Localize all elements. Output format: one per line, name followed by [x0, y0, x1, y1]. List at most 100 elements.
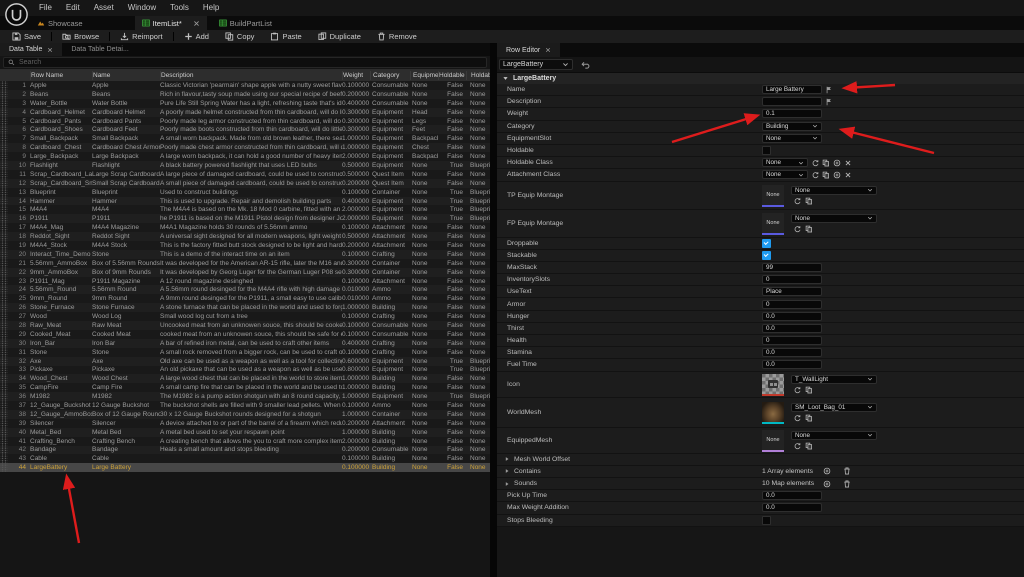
menu-item-asset[interactable]: Asset — [87, 0, 121, 16]
asset-tab-buildpartlist[interactable]: BuildPartList — [212, 16, 279, 30]
add-button[interactable]: Add — [176, 30, 217, 43]
row-drag-handle[interactable] — [0, 303, 8, 312]
property-row-category[interactable]: CategoryBuilding — [497, 121, 1024, 133]
row-drag-handle[interactable] — [0, 117, 8, 126]
table-row[interactable]: 245.56mm_Round5.56mm RoundA 5.56mm round… — [0, 285, 490, 294]
use-selected-icon[interactable] — [811, 171, 819, 179]
menu-item-help[interactable]: Help — [196, 0, 226, 16]
copy-button[interactable]: Copy — [217, 30, 263, 43]
property-row-stamina[interactable]: Stamina0.0 — [497, 347, 1024, 359]
droppable-checkbox[interactable] — [762, 239, 771, 248]
clear-x-icon[interactable] — [844, 171, 852, 179]
property-row-equipmentslot[interactable]: EquipmentSlotNone — [497, 133, 1024, 145]
paste-button[interactable]: Paste — [262, 30, 309, 43]
table-row[interactable]: 11Scrap_Cardboard_LargeLarge Scrap Cardb… — [0, 170, 490, 179]
plus-circle-icon[interactable] — [833, 159, 841, 167]
row-drag-handle[interactable] — [0, 134, 8, 143]
save-button[interactable]: Save — [4, 30, 49, 43]
tp-equip-montage-thumbnail[interactable]: None — [762, 185, 784, 205]
property-row-pick-up-time[interactable]: Pick Up Time0.0 — [497, 490, 1024, 502]
row-drag-handle[interactable] — [0, 268, 8, 277]
table-row[interactable]: 41Crafting_BenchCrafting BenchA creating… — [0, 437, 490, 446]
property-row-fuel-time[interactable]: Fuel Time0.0 — [497, 359, 1024, 371]
row-drag-handle[interactable] — [0, 99, 8, 108]
column-header-equipmentslot[interactable]: EquipmentSlot — [410, 71, 438, 80]
row-drag-handle[interactable] — [0, 410, 8, 419]
browse-to-asset-icon[interactable] — [805, 442, 813, 450]
row-drag-handle[interactable] — [0, 330, 8, 339]
table-row[interactable]: 8Cardboard_ChestCardboard Chest ArmorPoo… — [0, 143, 490, 152]
row-drag-handle[interactable] — [0, 277, 8, 286]
row-drag-handle[interactable] — [0, 366, 8, 375]
search-input[interactable]: Search — [3, 57, 487, 68]
expander-collapsed-icon[interactable] — [504, 468, 510, 474]
row-drag-handle[interactable] — [0, 294, 8, 303]
tab-data-table[interactable]: Data Table — [0, 43, 62, 56]
asset-tab-showcase[interactable]: Showcase — [30, 16, 90, 30]
use-selected-icon[interactable] — [793, 197, 801, 205]
tab-data-table-detai-[interactable]: Data Table Detai... — [62, 43, 137, 56]
remove-button[interactable]: Remove — [369, 30, 425, 43]
table-row[interactable]: 39SilencerSilencerA device attached to o… — [0, 419, 490, 428]
browse-to-asset-icon[interactable] — [822, 159, 830, 167]
row-drag-handle[interactable] — [0, 357, 8, 366]
table-row[interactable]: 6Cardboard_ShoesCardboard FeetPoorly mad… — [0, 125, 490, 134]
table-row[interactable]: 14HammerHammerThis is used to upgrade. R… — [0, 197, 490, 206]
property-row-equippedmesh[interactable]: EquippedMeshNoneNone — [497, 428, 1024, 454]
property-row-hunger[interactable]: Hunger0.0 — [497, 311, 1024, 323]
description-input[interactable] — [762, 97, 822, 106]
browse-button[interactable]: Browse — [54, 30, 107, 43]
armor-input[interactable]: 0 — [762, 300, 822, 309]
worldmesh-dropdown[interactable]: SM_Loot_Bag_01 — [791, 403, 877, 412]
column-header-description[interactable]: Description — [160, 71, 342, 80]
unreal-engine-logo[interactable] — [4, 2, 29, 27]
row-drag-handle[interactable] — [0, 179, 8, 188]
fuel-time-input[interactable]: 0.0 — [762, 360, 822, 369]
table-row[interactable]: 1AppleAppleClassic Victorian 'pearmain' … — [0, 81, 490, 90]
fp-equip-montage-dropdown[interactable]: None — [791, 214, 877, 223]
equipmentslot-dropdown[interactable]: None — [762, 134, 822, 143]
row-drag-handle[interactable] — [0, 437, 8, 446]
menu-item-file[interactable]: File — [32, 0, 59, 16]
table-row[interactable]: 19M4A4_StockM4A4 StockThis is the factor… — [0, 241, 490, 250]
table-row[interactable]: 259mm_Round9mm RoundA 9mm round desinged… — [0, 294, 490, 303]
equippedmesh-dropdown[interactable]: None — [791, 431, 877, 440]
row-drag-handle[interactable] — [0, 205, 8, 214]
row-drag-handle[interactable] — [0, 374, 8, 383]
table-row[interactable]: 5Cardboard_PantsCardboard PantsPoorly ma… — [0, 117, 490, 126]
icon-dropdown[interactable]: T_WallLight — [791, 375, 877, 384]
name-input[interactable]: Large Battery — [762, 85, 822, 94]
reset-row-icon[interactable] — [580, 60, 590, 70]
hunger-input[interactable]: 0.0 — [762, 312, 822, 321]
flag-icon[interactable] — [825, 86, 833, 94]
tp-equip-montage-dropdown[interactable]: None — [791, 186, 877, 195]
browse-to-asset-icon[interactable] — [805, 386, 813, 394]
expander-collapsed-icon[interactable] — [504, 456, 510, 462]
expander-collapsed-icon[interactable] — [504, 481, 510, 487]
table-row[interactable]: 27WoodWood LogSmall wood log cut from a … — [0, 312, 490, 321]
column-header-category[interactable]: Category — [370, 71, 410, 80]
close-icon[interactable] — [47, 47, 53, 53]
property-row-health[interactable]: Health0 — [497, 335, 1024, 347]
table-row[interactable]: 33PickaxePickaxeAn old pickaxe that can … — [0, 366, 490, 375]
property-row-max-weight-addition[interactable]: Max Weight Addition0.0 — [497, 502, 1024, 514]
flag-icon[interactable] — [825, 98, 833, 106]
close-icon[interactable] — [545, 47, 551, 53]
table-row[interactable]: 20Interact_Time_DemoStoneThis is a demo … — [0, 250, 490, 259]
row-drag-handle[interactable] — [0, 90, 8, 99]
stackable-checkbox[interactable] — [762, 251, 771, 260]
table-row[interactable]: 31StoneStoneA small rock removed from a … — [0, 348, 490, 357]
column-header-row-name[interactable]: Row Name — [30, 71, 92, 80]
attachment-class-dropdown[interactable]: None — [762, 170, 808, 179]
table-row[interactable]: 13BlueprintBlueprintUsed to construct bu… — [0, 188, 490, 197]
plus-circle-icon[interactable] — [823, 467, 831, 475]
row-drag-handle[interactable] — [0, 241, 8, 250]
row-drag-handle[interactable] — [0, 161, 8, 170]
row-drag-handle[interactable] — [0, 392, 8, 401]
column-header-holdable-class[interactable]: Holdable Class — [466, 71, 490, 80]
row-drag-handle[interactable] — [0, 383, 8, 392]
trash-icon[interactable] — [843, 467, 851, 475]
holdable-class-dropdown[interactable]: None — [762, 158, 808, 167]
row-drag-handle[interactable] — [0, 259, 8, 268]
worldmesh-thumbnail[interactable] — [762, 402, 784, 422]
